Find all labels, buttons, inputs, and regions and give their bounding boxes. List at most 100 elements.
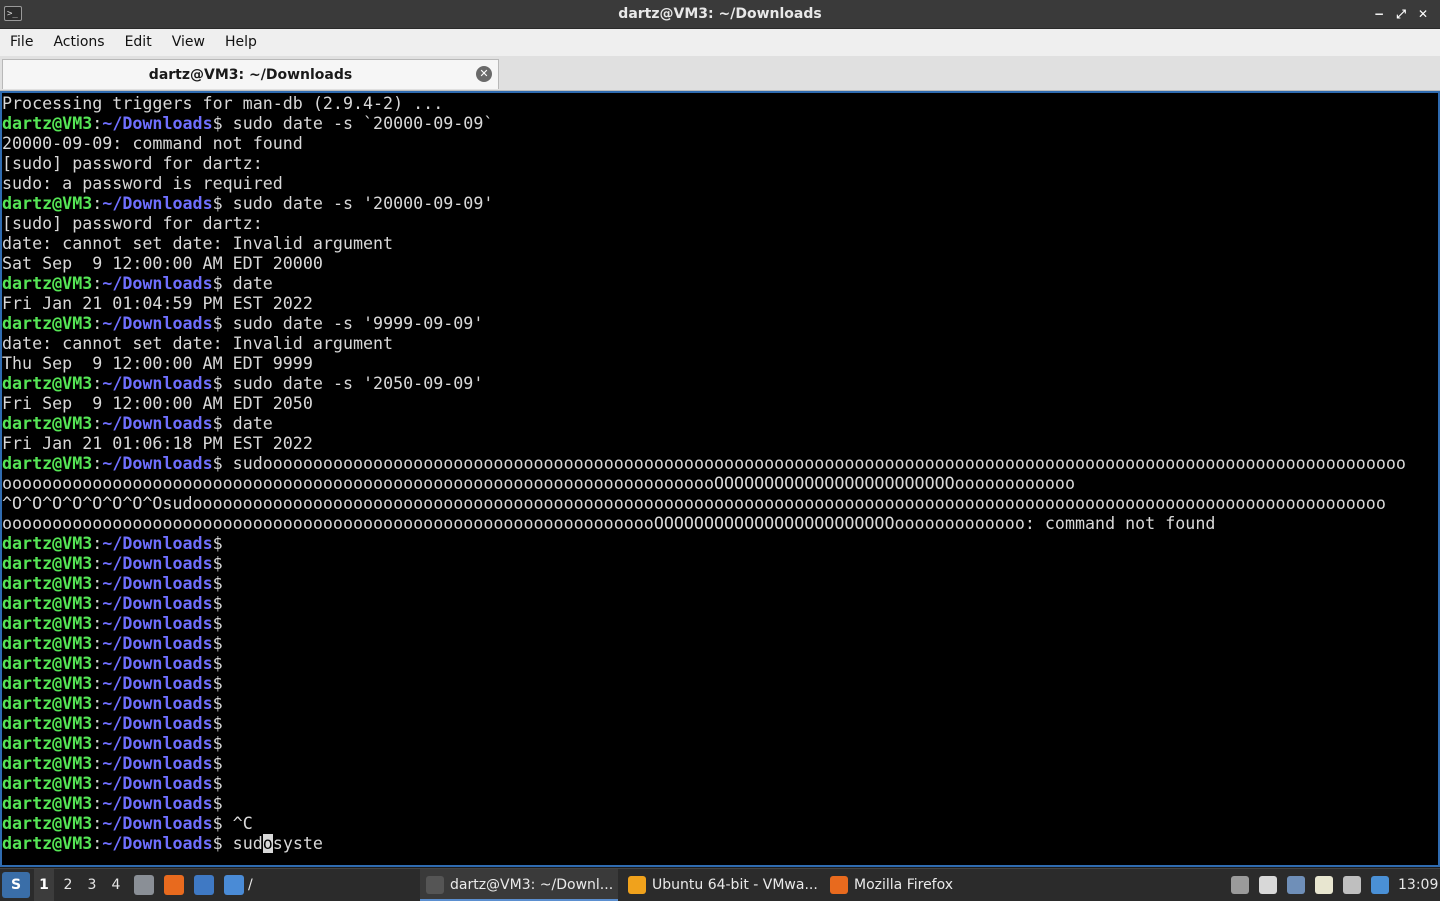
terminal-line: Fri Jan 21 01:04:59 PM EST 2022 [2, 294, 1438, 314]
terminal-line: dartz@VM3:~/Downloads$ sudo date -s `200… [2, 114, 1438, 134]
output-text: Thu Sep 9 12:00:00 AM EDT 9999 [2, 354, 313, 373]
output-text: date: cannot set date: Invalid argument [2, 234, 394, 253]
volume-icon[interactable] [1259, 876, 1277, 894]
maximize-icon[interactable]: ⤢ [1394, 7, 1408, 21]
taskbar-task-terminal[interactable]: dartz@VM3: ~/Downl... [420, 869, 618, 901]
workspace-2[interactable]: 2 [58, 869, 78, 901]
output-text: Fri Jan 21 01:04:59 PM EST 2022 [2, 294, 313, 313]
menu-edit[interactable]: Edit [115, 29, 162, 56]
firefox-launcher-icon[interactable] [164, 875, 184, 895]
prompt-separator: : [92, 714, 103, 733]
close-icon[interactable]: ✕ [1416, 7, 1430, 21]
prompt-separator: : [92, 274, 103, 293]
prompt-path: ~/Downloads [102, 694, 213, 713]
terminal-line: dartz@VM3:~/Downloads$ [2, 594, 1438, 614]
terminal-line: dartz@VM3:~/Downloads$ [2, 694, 1438, 714]
window-titlebar[interactable]: >_ dartz@VM3: ~/Downloads − ⤢ ✕ [0, 0, 1440, 29]
removable-drive-icon[interactable] [1231, 876, 1249, 894]
prompt-symbol: $ [212, 614, 223, 633]
output-text: [sudo] password for dartz: [2, 214, 263, 233]
terminal-line: ^O^O^O^O^O^O^O^Osudooooooooooooooooooooo… [2, 494, 1438, 514]
terminal-line: dartz@VM3:~/Downloads$ sudo date -s '205… [2, 374, 1438, 394]
text-cursor: o [262, 834, 273, 853]
launcher-label: / [248, 877, 253, 893]
menu-help[interactable]: Help [215, 29, 267, 56]
prompt-user: dartz@VM3 [2, 674, 93, 693]
clipboard-icon[interactable] [1315, 876, 1333, 894]
command-text: sudo date -s '9999-09-09' [222, 314, 484, 333]
prompt-path: ~/Downloads [102, 594, 213, 613]
desktop-launcher-icon[interactable] [194, 875, 214, 895]
prompt-symbol: $ [212, 574, 223, 593]
prompt-path: ~/Downloads [102, 454, 213, 473]
menu-view[interactable]: View [162, 29, 215, 56]
file-manager-launcher-icon[interactable] [134, 875, 154, 895]
workspace-4[interactable]: 4 [106, 869, 126, 901]
menu-file[interactable]: File [0, 29, 43, 56]
prompt-symbol: $ [212, 814, 223, 833]
terminal-output: Processing triggers for man-db (2.9.4-2)… [2, 94, 1438, 854]
prompt-symbol: $ [212, 834, 223, 853]
prompt-path: ~/Downloads [102, 714, 213, 733]
terminal-line: Thu Sep 9 12:00:00 AM EDT 9999 [2, 354, 1438, 374]
display-icon[interactable] [1343, 876, 1361, 894]
terminal-line: dartz@VM3:~/Downloads$ sudo date -s '200… [2, 194, 1438, 214]
prompt-separator: : [92, 374, 103, 393]
prompt-separator: : [92, 674, 103, 693]
prompt-user: dartz@VM3 [2, 654, 93, 673]
menu-actions[interactable]: Actions [43, 29, 114, 56]
taskbar-task-firefox[interactable]: Mozilla Firefox [824, 869, 974, 901]
network-icon[interactable] [1287, 876, 1305, 894]
notification-icon[interactable] [1371, 876, 1389, 894]
command-text: ^C [222, 814, 253, 833]
terminal-line: oooooooooooooooooooooooooooooooooooooooo… [2, 514, 1438, 534]
prompt-symbol: $ [212, 674, 223, 693]
workspace-1[interactable]: 1 [34, 869, 54, 901]
terminal-line: dartz@VM3:~/Downloads$ [2, 674, 1438, 694]
prompt-path: ~/Downloads [102, 774, 213, 793]
terminal-line: Processing triggers for man-db (2.9.4-2)… [2, 94, 1438, 114]
output-text: Fri Sep 9 12:00:00 AM EDT 2050 [2, 394, 313, 413]
prompt-path: ~/Downloads [102, 574, 213, 593]
prompt-path: ~/Downloads [102, 614, 213, 633]
terminal-line: oooooooooooooooooooooooooooooooooooooooo… [2, 474, 1438, 494]
clock[interactable]: 13:09 [1398, 869, 1438, 901]
terminal-line: dartz@VM3:~/Downloads$ [2, 634, 1438, 654]
prompt-symbol: $ [212, 794, 223, 813]
prompt-symbol: $ [212, 654, 223, 673]
taskbar-task-vmware[interactable]: Ubuntu 64-bit - VMwa... [622, 869, 820, 901]
terminal-line: date: cannot set date: Invalid argument [2, 234, 1438, 254]
tab-terminal[interactable]: dartz@VM3: ~/Downloads ✕ [2, 59, 499, 89]
prompt-separator: : [92, 554, 103, 573]
terminal-line: sudo: a password is required [2, 174, 1438, 194]
output-text: date: cannot set date: Invalid argument [2, 334, 394, 353]
start-menu-icon[interactable]: S [2, 872, 30, 898]
minimize-icon[interactable]: − [1372, 7, 1386, 21]
output-text: Fri Jan 21 01:06:18 PM EST 2022 [2, 434, 313, 453]
firefox-icon [830, 876, 848, 894]
vmware-icon [628, 876, 646, 894]
window-title: dartz@VM3: ~/Downloads [618, 6, 822, 22]
prompt-path: ~/Downloads [102, 754, 213, 773]
workspace-3[interactable]: 3 [82, 869, 102, 901]
terminal-line: dartz@VM3:~/Downloads$ [2, 774, 1438, 794]
prompt-separator: : [92, 574, 103, 593]
terminal-line: dartz@VM3:~/Downloads$ date [2, 414, 1438, 434]
prompt-separator: : [92, 834, 103, 853]
prompt-separator: : [92, 634, 103, 653]
command-text: date [222, 414, 273, 433]
terminal-line: [sudo] password for dartz: [2, 214, 1438, 234]
prompt-separator: : [92, 614, 103, 633]
terminal-area[interactable]: Processing triggers for man-db (2.9.4-2)… [0, 91, 1440, 867]
prompt-user: dartz@VM3 [2, 814, 93, 833]
tab-close-icon[interactable]: ✕ [476, 66, 492, 82]
folder-launcher-icon[interactable] [224, 875, 244, 895]
prompt-user: dartz@VM3 [2, 414, 93, 433]
prompt-separator: : [92, 734, 103, 753]
prompt-separator: : [92, 314, 103, 333]
output-text: Sat Sep 9 12:00:00 AM EDT 20000 [2, 254, 323, 273]
prompt-path: ~/Downloads [102, 314, 213, 333]
prompt-user: dartz@VM3 [2, 834, 93, 853]
prompt-symbol: $ [212, 114, 223, 133]
terminal-line: [sudo] password for dartz: [2, 154, 1438, 174]
